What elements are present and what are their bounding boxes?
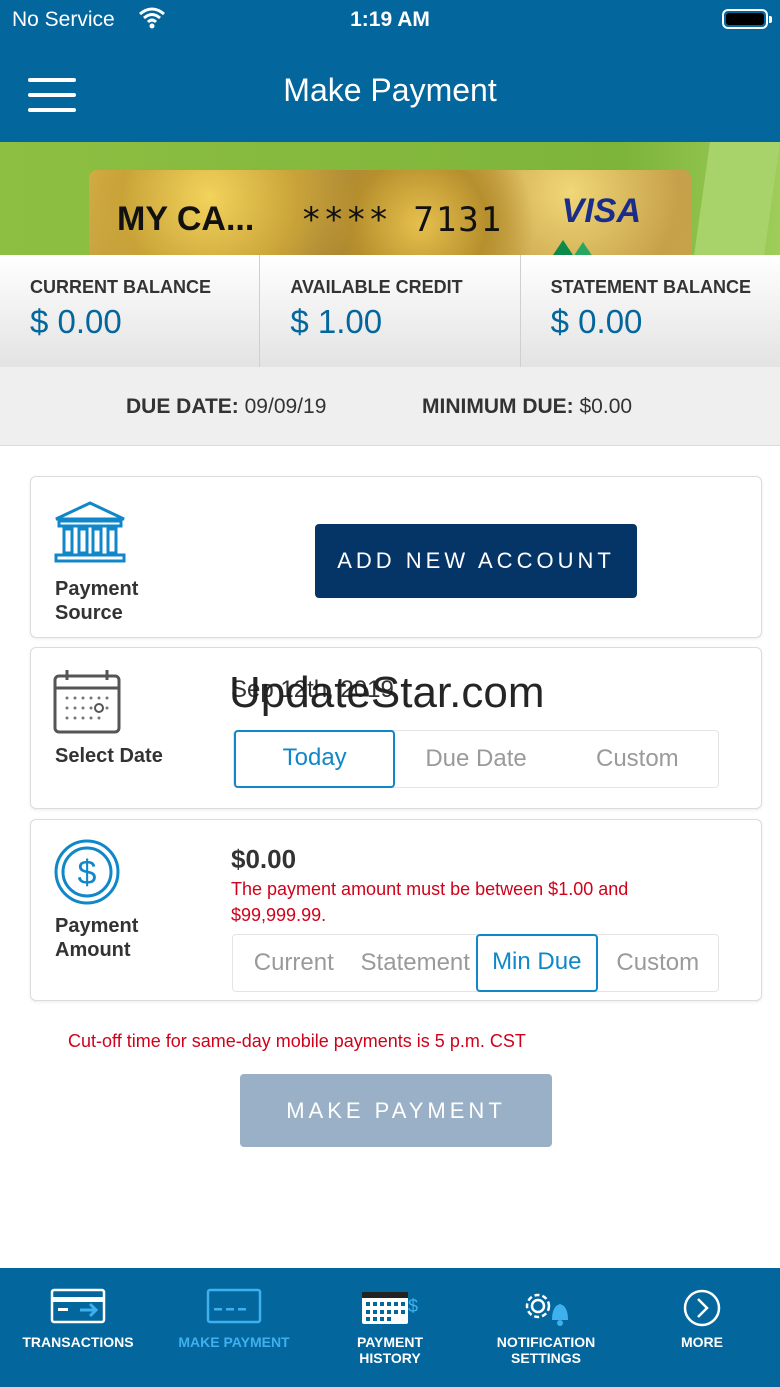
amount-option-min-due[interactable]: Min Due [476, 934, 598, 992]
make-payment-button[interactable]: MAKE PAYMENT [240, 1074, 552, 1147]
nav-label: PAYMENT HISTORY [356, 1334, 424, 1366]
due-info: DUE DATE: 09/09/19 MINIMUM DUE: $0.00 [0, 367, 780, 446]
nav-label: NOTIFICATION SETTINGS [496, 1334, 596, 1366]
nav-label: TRANSACTIONS [22, 1334, 134, 1350]
card-number: **** 7131 [301, 200, 504, 240]
card-banner: MY CA... **** 7131 VISA [0, 142, 780, 255]
nav-label: MORE [681, 1334, 723, 1350]
due-date-value: 09/09/19 [244, 395, 327, 418]
minimum-due-label: MINIMUM DUE: [422, 395, 574, 418]
due-date-label: DUE DATE: [126, 395, 239, 418]
nav-make-payment[interactable]: MAKE PAYMENT [156, 1268, 312, 1387]
clock: 1:19 AM [350, 8, 430, 31]
app-header: No Service 1:19 AM Make Payment [0, 0, 780, 142]
statement-balance: STATEMENT BALANCE $ 0.00 [519, 255, 780, 367]
battery-icon [722, 9, 772, 29]
balance-value: $ 1.00 [290, 303, 383, 340]
watermark-text: UpdateStar.com [229, 668, 545, 717]
amount-option-current[interactable]: Current [233, 935, 355, 991]
label-line: Source [55, 602, 123, 624]
amount-error-message: The payment amount must be between $1.00… [231, 879, 629, 925]
calendar-dollar-icon: $ [362, 1292, 418, 1324]
select-date-panel: Select Date Sep 12th, 2019 UpdateStar.co… [30, 647, 762, 809]
amount-options: Current Statement Min Due Custom [232, 934, 719, 992]
gear-bell-icon [525, 1293, 568, 1326]
payment-amount-value: $0.00 [231, 844, 297, 874]
balance-value: $ 0.00 [30, 303, 122, 340]
chevron-right-circle-icon [683, 1289, 721, 1327]
date-options: Today Due Date Custom [233, 730, 719, 788]
nav-notification-settings[interactable]: NOTIFICATION SETTINGS [468, 1268, 624, 1387]
due-date: DUE DATE: 09/09/19 [126, 395, 326, 419]
cutoff-notice: Cut-off time for same-day mobile payment… [68, 1031, 526, 1051]
svg-text:$: $ [408, 1296, 418, 1316]
date-option-today[interactable]: Today [234, 730, 396, 788]
status-bar: No Service 1:19 AM [0, 0, 780, 40]
select-date-label: Select Date [55, 745, 163, 767]
bottom-navigation: TRANSACTIONS MAKE PAYMENT $ PAYMENT HISTO… [0, 1268, 780, 1387]
credit-card-icon [206, 1288, 262, 1324]
balance-summary: CURRENT BALANCE $ 0.00 AVAILABLE CREDIT … [0, 255, 780, 367]
payment-source-panel: Payment Source ADD NEW ACCOUNT [30, 476, 762, 638]
minimum-due-value: $0.00 [579, 395, 633, 418]
credit-card-image: MY CA... **** 7131 VISA [89, 170, 691, 255]
nav-label: MAKE PAYMENT [178, 1334, 290, 1350]
svg-text:$: $ [78, 854, 97, 892]
add-new-account-button[interactable]: ADD NEW ACCOUNT [315, 524, 637, 598]
date-option-custom[interactable]: Custom [557, 731, 718, 787]
label-line: Payment [55, 915, 139, 937]
amount-option-custom[interactable]: Custom [598, 935, 719, 991]
payment-amount-label: Payment Amount [55, 914, 138, 962]
payment-amount-panel: $ Payment Amount $0.00 The payment amoun… [30, 819, 762, 1001]
date-option-due-date[interactable]: Due Date [395, 731, 556, 787]
available-credit: AVAILABLE CREDIT $ 1.00 [259, 255, 519, 367]
calendar-icon [53, 670, 121, 734]
payment-source-label: Payment Source [55, 577, 138, 625]
tree-logo-icon [571, 242, 595, 255]
balance-label: STATEMENT BALANCE [550, 277, 751, 297]
balance-label: AVAILABLE CREDIT [290, 277, 463, 297]
visa-logo: VISA [561, 192, 641, 230]
page-title: Make Payment [283, 72, 497, 108]
credit-card-arrow-icon [50, 1288, 106, 1324]
label-line: Payment [55, 578, 139, 600]
amount-option-statement[interactable]: Statement [355, 935, 477, 991]
card-name: MY CA... [117, 200, 255, 238]
current-balance: CURRENT BALANCE $ 0.00 [0, 255, 259, 367]
label-line: Amount [55, 939, 131, 961]
balance-value: $ 0.00 [550, 303, 643, 340]
balance-label: CURRENT BALANCE [30, 277, 211, 297]
dollar-icon: $ [54, 839, 120, 905]
nav-more[interactable]: MORE [624, 1268, 780, 1387]
nav-transactions[interactable]: TRANSACTIONS [0, 1268, 156, 1387]
nav-payment-history[interactable]: $ PAYMENT HISTORY [312, 1268, 468, 1387]
minimum-due: MINIMUM DUE: $0.00 [422, 395, 632, 419]
bank-icon [54, 501, 126, 563]
